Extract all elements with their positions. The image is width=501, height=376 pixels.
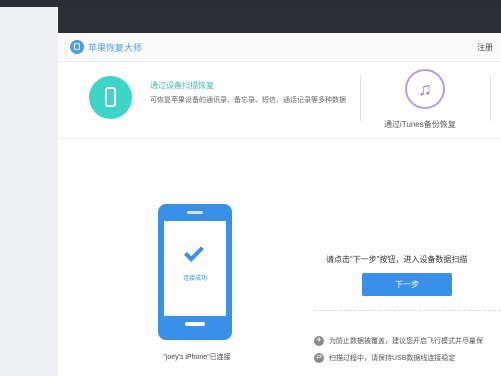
app-title: 苹果恢复大师 [88, 43, 143, 53]
usb-icon: ⇄ [314, 353, 324, 364]
tip-text: 扫描过程中，请保持USB数据线连接稳定 [329, 355, 456, 362]
music-note-icon: ♫ [405, 69, 445, 109]
device-connected-label: "joey's iPhone"已连接 [163, 354, 231, 361]
divider [490, 75, 491, 121]
tip-text: 为防止数据被覆盖，建议您开启飞行模式并尽量保 [329, 338, 483, 345]
phone-screen: 连接成功 [164, 221, 226, 316]
mode-itunes-backup-title: 通过iTunes备份恢复 [384, 120, 456, 129]
desktop-top-strip [0, 0, 501, 7]
airplane-icon: ✈ [314, 336, 324, 347]
mode-device-scan-title: 通过设备扫描恢复 [150, 81, 214, 90]
next-step-button[interactable]: 下一步 [362, 273, 452, 296]
mode-selector: 通过设备扫描恢复 可恢复苹果设备的通讯录、备忘录、短信、通话记录等多种数据 ♫ … [58, 62, 501, 139]
phone-home-button [185, 322, 205, 326]
phone-icon [89, 76, 132, 119]
checkmark-icon [184, 242, 204, 262]
tips-divider [314, 310, 501, 311]
divider [360, 75, 361, 121]
tip-airplane-mode: ✈ 为防止数据被覆盖，建议您开启飞行模式并尽量保 [314, 336, 483, 347]
connected-phone-illustration: 连接成功 [158, 204, 232, 340]
phone-speaker [187, 211, 203, 214]
app-window: 苹果恢复大师 注册 通过设备扫描恢复 可恢复苹果设备的通讯录、备忘录、短信、通话… [58, 33, 501, 376]
tip-usb: ⇄ 扫描过程中，请保持USB数据线连接稳定 [314, 353, 456, 364]
background-window [0, 7, 58, 376]
connection-status: 连接成功 [182, 276, 207, 282]
register-link[interactable]: 注册 [477, 42, 493, 53]
app-logo-icon [70, 40, 84, 54]
title-bar: 苹果恢复大师 注册 [58, 33, 501, 62]
main-content: 连接成功 "joey's iPhone"已连接 请点击“下一步”按钮，进入设备数… [58, 139, 501, 376]
scan-instruction: 请点击“下一步”按钮，进入设备数据扫描 [326, 255, 468, 264]
mode-device-scan-description: 可恢复苹果设备的通讯录、备忘录、短信、通话记录等多种数据 [150, 97, 346, 104]
